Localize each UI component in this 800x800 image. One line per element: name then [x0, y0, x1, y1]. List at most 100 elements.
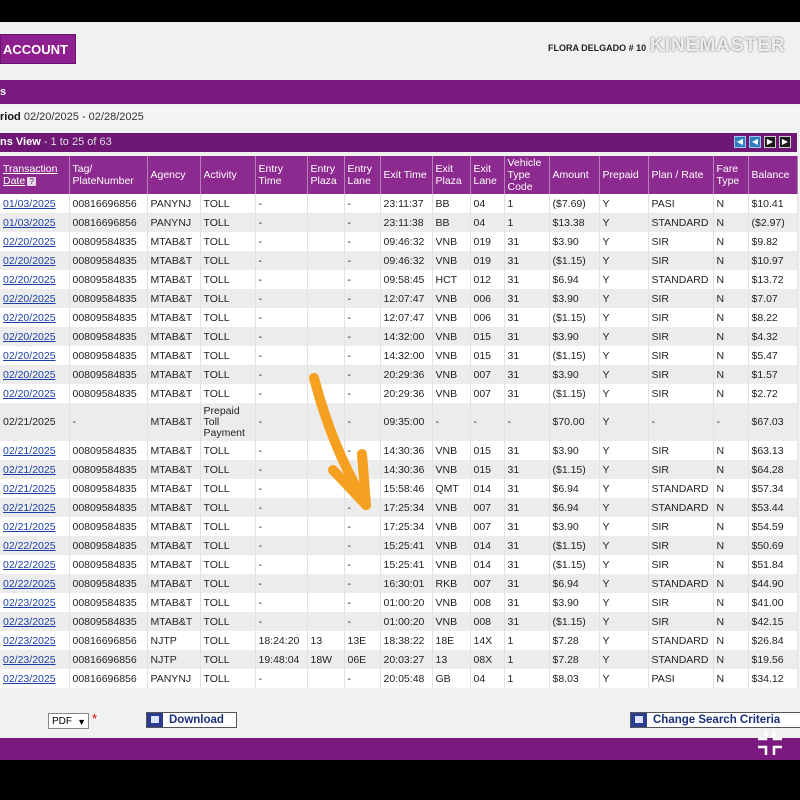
table-cell: $10.97 [748, 251, 798, 270]
table-row: 02/21/2025 00809584835 MTAB&T TOLL - -14:30:3… [0, 441, 798, 460]
help-icon[interactable]: ? [27, 177, 37, 186]
table-cell: N [713, 479, 749, 498]
column-header-label: Exit Lane [473, 163, 497, 187]
table-cell: 00809584835 [69, 479, 148, 498]
transaction-date-link[interactable]: 02/21/2025 [3, 521, 56, 533]
transaction-date-link[interactable]: 02/20/2025 [3, 388, 56, 400]
table-cell: MTAB&T [147, 365, 201, 384]
table-cell: 09:35:00 [380, 403, 433, 441]
table-cell: Y [599, 460, 649, 479]
transaction-date-link[interactable]: 02/20/2025 [3, 331, 56, 343]
account-button[interactable]: ACCOUNT [0, 34, 76, 64]
table-cell: Y [599, 289, 649, 308]
table-cell: 20:29:36 [380, 384, 433, 403]
next-page-icon[interactable]: ▶ [764, 136, 776, 148]
table-cell: 01/03/2025 [0, 194, 70, 213]
table-cell [307, 289, 345, 308]
format-select[interactable]: PDF ▼ [48, 713, 89, 729]
table-cell: 31 [504, 365, 550, 384]
table-cell: VNB [432, 441, 471, 460]
table-cell: 31 [504, 555, 550, 574]
transaction-date-link[interactable]: 02/20/2025 [3, 255, 56, 267]
table-cell: SIR [648, 232, 714, 251]
table-cell: 02/21/2025 [0, 403, 70, 441]
table-cell: 14:30:36 [380, 460, 433, 479]
table-cell: STANDARD [648, 498, 714, 517]
table-cell: 00809584835 [69, 346, 148, 365]
table-cell: TOLL [200, 251, 256, 270]
table-cell: 02/20/2025 [0, 346, 70, 365]
table-cell: - [255, 289, 308, 308]
transaction-date-link[interactable]: 02/21/2025 [3, 464, 56, 476]
column-header-label: Activity [203, 169, 237, 181]
transaction-date-link[interactable]: 02/20/2025 [3, 236, 56, 248]
transaction-date-link[interactable]: 02/20/2025 [3, 369, 56, 381]
table-cell: TOLL [200, 669, 256, 688]
transaction-date-link[interactable]: 02/20/2025 [3, 274, 56, 286]
transaction-date-link[interactable]: 02/21/2025 [3, 483, 56, 495]
table-cell [307, 536, 345, 555]
table-cell: SIR [648, 365, 714, 384]
table-cell: 31 [504, 441, 550, 460]
download-label: Download [169, 714, 224, 726]
table-cell: 02/23/2025 [0, 669, 70, 688]
transaction-date-link[interactable]: 02/22/2025 [3, 540, 56, 552]
transaction-date-link[interactable]: 02/23/2025 [3, 654, 56, 666]
transaction-date-link[interactable]: 02/23/2025 [3, 597, 56, 609]
table-cell: VNB [432, 498, 471, 517]
transaction-date-link[interactable]: 02/23/2025 [3, 616, 56, 628]
table-cell: TOLL [200, 631, 256, 650]
previous-page-icon[interactable]: ◀ [749, 136, 761, 148]
transaction-date-link[interactable]: 02/21/2025 [3, 502, 56, 514]
table-cell: BB [432, 194, 471, 213]
table-cell: $70.00 [549, 403, 600, 441]
table-cell: TOLL [200, 612, 256, 631]
transaction-date-link[interactable]: 02/20/2025 [3, 350, 56, 362]
table-cell: MTAB&T [147, 498, 201, 517]
transaction-date-link[interactable]: 02/22/2025 [3, 559, 56, 571]
table-cell: N [713, 232, 749, 251]
column-header[interactable]: Transaction Date? [0, 156, 70, 194]
chevron-down-icon: ▼ [77, 717, 86, 727]
table-cell: Y [599, 650, 649, 669]
transaction-date-link[interactable]: 02/23/2025 [3, 673, 56, 685]
transaction-date-link[interactable]: 02/22/2025 [3, 578, 56, 590]
collapse-icon[interactable] [755, 728, 785, 758]
table-row: 02/23/2025 00816696856 PANYNJ TOLL - -20:05:4… [0, 669, 798, 688]
table-cell: 00809584835 [69, 232, 148, 251]
transaction-date-link[interactable]: 02/23/2025 [3, 635, 56, 647]
table-cell: - [344, 346, 381, 365]
table-cell: - [255, 593, 308, 612]
table-cell: N [713, 460, 749, 479]
table-cell: Y [599, 308, 649, 327]
transaction-date-link[interactable]: 01/03/2025 [3, 217, 56, 229]
transaction-date-link[interactable]: 02/20/2025 [3, 293, 56, 305]
table-cell: MTAB&T [147, 270, 201, 289]
table-cell: MTAB&T [147, 289, 201, 308]
transaction-date-link[interactable]: 02/21/2025 [3, 445, 56, 457]
table-row: 02/22/2025 00809584835 MTAB&T TOLL - -16:30:0… [0, 574, 798, 593]
record-count: - 1 to 25 of 63 [43, 136, 112, 148]
transaction-date-link[interactable]: 01/03/2025 [3, 198, 56, 210]
table-cell: 015 [470, 460, 505, 479]
table-row: 02/23/2025 00816696856 NJTP TOLL 18:24:20 13 1… [0, 631, 798, 650]
table-cell: $10.41 [748, 194, 798, 213]
table-cell: 15:58:46 [380, 479, 433, 498]
table-cell: Y [599, 251, 649, 270]
change-search-criteria-button[interactable]: Change Search Criteria [630, 712, 800, 728]
table-cell: TOLL [200, 460, 256, 479]
column-header-label: Fare Type [716, 163, 740, 187]
table-cell: N [713, 270, 749, 289]
table-cell: 00809584835 [69, 574, 148, 593]
first-page-icon[interactable]: ◀ [734, 136, 746, 148]
table-cell: N [713, 346, 749, 365]
download-button[interactable]: Download [146, 712, 237, 728]
transaction-date-link[interactable]: 02/20/2025 [3, 312, 56, 324]
column-header: Agency [147, 156, 201, 194]
column-header: Plan / Rate [648, 156, 714, 194]
table-row: 01/03/2025 00816696856 PANYNJ TOLL - -23:11:3… [0, 213, 798, 232]
last-page-icon[interactable]: ▶ [779, 136, 791, 148]
table-cell: 02/20/2025 [0, 384, 70, 403]
table-cell: 04 [470, 194, 505, 213]
table-cell: 00816696856 [69, 213, 148, 232]
